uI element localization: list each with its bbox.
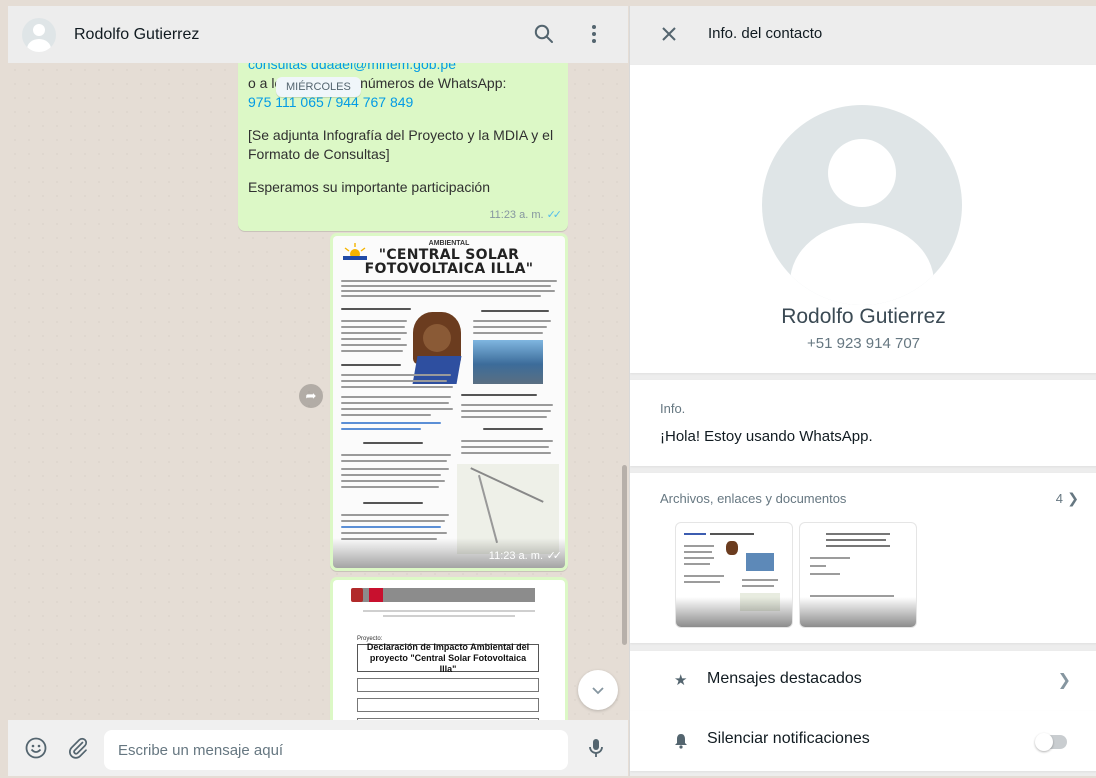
profile-photo[interactable]: [762, 105, 962, 305]
crest-icon: [351, 588, 363, 602]
contact-info-header: Info. del contacto: [630, 6, 1096, 63]
star-icon: ★: [674, 672, 688, 689]
solar-farm-photo: [473, 340, 543, 384]
poster-heading: AMBIENTAL: [428, 240, 470, 247]
scroll-to-bottom-button[interactable]: [578, 670, 618, 710]
message-line: [Se adjunta Infografía del Proyecto y la…: [248, 127, 554, 143]
outgoing-document-message[interactable]: Proyecto: Declaración de Impacto Ambient…: [330, 577, 568, 720]
message-time-text: 11:23 a. m.: [489, 209, 544, 221]
poster-title-line: "CENTRAL SOLAR: [378, 247, 520, 263]
message-time: 11:23 a. m. ✓✓: [489, 206, 563, 225]
document-preview[interactable]: Proyecto: Declaración de Impacto Ambient…: [333, 580, 565, 720]
chat-pane: Rodolfo Gutierrez consultas ddaael@minem…: [8, 6, 628, 776]
about-section: Info. ¡Hola! Estoy usando WhatsApp.: [630, 380, 1096, 466]
about-text: ¡Hola! Estoy usando WhatsApp.: [660, 428, 873, 445]
message-line: Formato de Consultas]: [248, 146, 390, 162]
media-thumbnail[interactable]: [800, 523, 916, 627]
about-label: Info.: [660, 401, 686, 416]
poster-title: "CENTRAL SOLAR FOTOVOLTAICA ILLA": [333, 248, 565, 276]
contact-name: Rodolfo Gutierrez: [781, 305, 946, 328]
composer-bar: [8, 720, 628, 776]
starred-messages-label[interactable]: Mensajes destacados: [707, 670, 862, 688]
contact-info-title: Info. del contacto: [708, 25, 823, 42]
chat-header[interactable]: Rodolfo Gutierrez: [8, 6, 628, 63]
poster-title-line: FOTOVOLTAICA ILLA": [364, 261, 534, 277]
profile-section: Rodolfo Gutierrez +51 923 914 707: [630, 65, 1096, 373]
menu-icon[interactable]: [582, 22, 606, 46]
scrollbar[interactable]: [622, 465, 627, 645]
contact-phone: +51 923 914 707: [806, 335, 921, 352]
forward-icon[interactable]: ➦: [299, 384, 323, 408]
media-count[interactable]: 4: [1056, 491, 1063, 506]
mute-notifications-label[interactable]: Silenciar notificaciones: [707, 730, 870, 748]
read-ticks-icon: ✓✓: [546, 550, 563, 562]
mute-toggle[interactable]: [1035, 733, 1067, 751]
outgoing-image-message[interactable]: AMBIENTAL "CENTRAL SOLAR FOTOVOLTAICA IL…: [330, 233, 568, 571]
microphone-icon[interactable]: [584, 736, 608, 760]
media-label[interactable]: Archivos, enlaces y documentos: [660, 491, 846, 506]
contact-info-panel: Info. del contacto Rodolfo Gutierrez +51…: [629, 6, 1096, 776]
message-line: Esperamos su importante participación: [248, 179, 491, 195]
contact-avatar[interactable]: [22, 17, 56, 52]
media-section[interactable]: Archivos, enlaces y documentos 4 ❯: [630, 473, 1096, 643]
bell-icon: [675, 734, 687, 749]
chevron-right-icon[interactable]: ❯: [1058, 670, 1071, 690]
search-icon[interactable]: [532, 22, 556, 46]
infographic-image[interactable]: AMBIENTAL "CENTRAL SOLAR FOTOVOLTAICA IL…: [333, 236, 565, 568]
chevron-down-icon: [592, 687, 604, 695]
message-input[interactable]: [104, 730, 568, 770]
media-thumbnail[interactable]: [676, 523, 792, 627]
close-icon[interactable]: [658, 23, 680, 45]
emoji-icon[interactable]: [24, 736, 48, 760]
message-list[interactable]: consultas ddaael@minem.gob.pe o a los si…: [8, 63, 628, 720]
mute-notifications-row[interactable]: Silenciar notificaciones: [630, 711, 1096, 771]
image-time: 11:23 a. m.: [488, 550, 543, 562]
attach-icon[interactable]: [66, 736, 90, 760]
starred-messages-row[interactable]: ★ Mensajes destacados ❯: [630, 651, 1096, 711]
message-line[interactable]: consultas ddaael@minem.gob.pe: [248, 63, 558, 74]
read-ticks-icon: ✓✓: [546, 209, 563, 221]
document-title: Declaración de Impacto Ambiental del pro…: [357, 642, 539, 674]
day-separator: MIÉRCOLES: [276, 77, 361, 97]
ministry-logo: [359, 588, 535, 602]
chevron-right-icon[interactable]: ❯: [1067, 490, 1079, 507]
chat-contact-name[interactable]: Rodolfo Gutierrez: [74, 26, 199, 44]
